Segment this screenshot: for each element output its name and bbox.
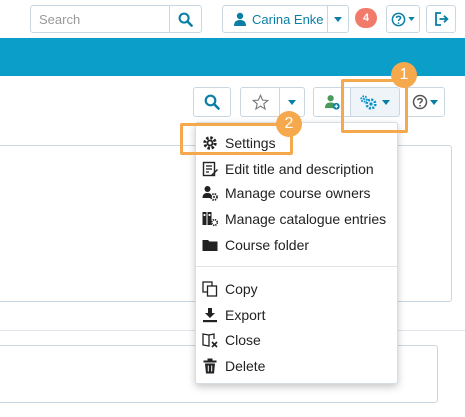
menu-item-manage-owners[interactable]: Manage course owners — [202, 181, 371, 205]
callout-step-badge: 2 — [276, 111, 302, 137]
menu-item-label: Delete — [225, 358, 266, 374]
callout-highlight-settings-button — [341, 79, 408, 133]
menu-item-label: Export — [225, 307, 266, 323]
menu-item-label: Edit title and description — [225, 161, 374, 177]
help-menu-button[interactable] — [386, 5, 420, 33]
caret-down-icon — [430, 99, 438, 105]
trash-icon — [203, 358, 217, 374]
folder-icon — [202, 240, 218, 251]
menu-item-label: Manage course owners — [225, 185, 371, 201]
search-button[interactable] — [169, 5, 202, 33]
menu-item-course-folder[interactable]: Course folder — [202, 233, 309, 257]
help-icon — [391, 12, 406, 26]
callout-step-badge: 1 — [391, 62, 417, 88]
bookmark-button[interactable] — [240, 87, 280, 117]
course-settings-dropdown: Settings Edit title and description Mana… — [195, 122, 398, 384]
logout-button[interactable] — [426, 5, 456, 33]
search-input[interactable] — [30, 5, 170, 33]
caret-down-icon — [288, 99, 296, 105]
notification-badge[interactable]: 4 — [355, 8, 377, 28]
help-icon — [412, 94, 428, 110]
search-icon — [178, 12, 193, 27]
catalogue-icon — [202, 212, 218, 227]
user-name: Carina Enke — [252, 11, 324, 27]
menu-item-close[interactable]: Close — [202, 328, 261, 352]
menu-item-copy[interactable]: Copy — [202, 277, 258, 301]
star-icon — [251, 93, 269, 110]
owner-settings-icon — [202, 186, 218, 201]
menu-item-label: Course folder — [225, 237, 310, 253]
menu-item-label: Close — [225, 332, 261, 348]
copy-icon — [202, 281, 218, 297]
logout-icon — [434, 12, 449, 26]
menu-item-delete[interactable]: Delete — [202, 354, 265, 378]
edit-icon — [202, 161, 218, 177]
close-book-icon — [202, 333, 218, 348]
user-icon — [234, 12, 246, 26]
caret-down-icon — [408, 17, 415, 21]
user-menu-caret[interactable] — [327, 5, 349, 33]
menu-item-export[interactable]: Export — [202, 303, 265, 327]
menu-item-label: Manage catalogue entries — [225, 211, 387, 227]
menu-item-label: Copy — [225, 281, 258, 297]
course-search-button[interactable] — [193, 87, 231, 117]
menu-divider — [196, 266, 397, 267]
menu-item-edit-title[interactable]: Edit title and description — [202, 157, 374, 181]
course-owner-icon — [324, 94, 340, 110]
menu-item-manage-catalogue[interactable]: Manage catalogue entries — [202, 207, 386, 231]
user-menu-button[interactable]: Carina Enke — [222, 5, 328, 33]
top-navigation-bar: Carina Enke 4 — [0, 0, 465, 38]
caret-down-icon — [334, 16, 342, 22]
course-help-button[interactable] — [405, 87, 445, 117]
search-icon — [204, 94, 220, 110]
download-icon — [203, 308, 217, 323]
